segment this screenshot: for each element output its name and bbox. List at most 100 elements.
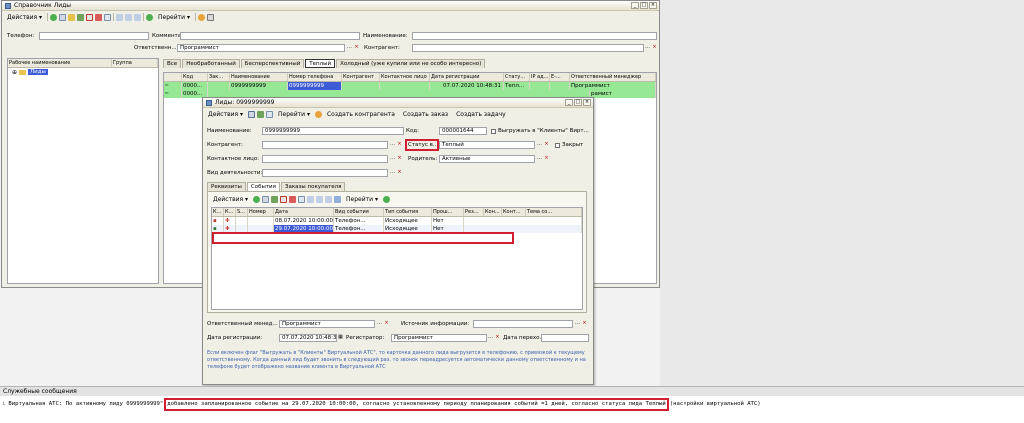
- status-clear-icon[interactable]: ×: [543, 141, 550, 149]
- folder-add-icon[interactable]: [68, 13, 76, 21]
- status-tab-all[interactable]: Все: [163, 59, 182, 68]
- export-checkbox[interactable]: [491, 129, 496, 134]
- code-input[interactable]: 000001644: [439, 127, 487, 135]
- responsible-select-button[interactable]: …: [376, 320, 383, 328]
- history-icon[interactable]: [266, 110, 274, 118]
- col-counterparty[interactable]: Контрагент: [342, 73, 380, 81]
- calendar-icon[interactable]: ▦: [337, 334, 344, 342]
- tree-header-group[interactable]: Группа: [112, 59, 158, 67]
- events-refresh-icon[interactable]: [382, 195, 390, 203]
- events-col-result[interactable]: Рез...: [464, 208, 484, 216]
- source-select-button[interactable]: …: [574, 320, 581, 328]
- col-ip[interactable]: IP ад...: [530, 73, 550, 81]
- minimize-button[interactable]: _: [631, 2, 639, 9]
- registrar-select-button[interactable]: …: [487, 334, 494, 342]
- filter-icon[interactable]: [116, 13, 124, 21]
- parent-clear-icon[interactable]: ×: [543, 155, 550, 163]
- events-col-kind[interactable]: Вид события: [334, 208, 384, 216]
- tree-header-name[interactable]: Рабочее наименование: [8, 59, 112, 67]
- counterparty-clear-icon[interactable]: ×: [651, 44, 658, 52]
- source-clear-icon[interactable]: ×: [581, 320, 588, 328]
- name-filter-input[interactable]: [412, 32, 657, 40]
- counterparty-input[interactable]: [262, 141, 388, 149]
- registrar-clear-icon[interactable]: ×: [494, 334, 501, 342]
- col-order[interactable]: Зак...: [208, 73, 230, 81]
- events-col-passed[interactable]: Прош...: [432, 208, 464, 216]
- edit-icon[interactable]: [77, 13, 85, 21]
- responsible-clear-icon[interactable]: ×: [383, 320, 390, 328]
- unpost-event-icon[interactable]: [298, 195, 306, 203]
- events-col-number[interactable]: Номер: [248, 208, 274, 216]
- activity-select-button[interactable]: …: [389, 169, 396, 177]
- status-tab-hopeless[interactable]: Бесперспективный: [240, 59, 305, 68]
- copy-icon[interactable]: [59, 13, 67, 21]
- delete-event-icon[interactable]: [280, 195, 288, 203]
- events-actions-menu-button[interactable]: Действия ▾: [210, 195, 251, 204]
- lead-minimize-button[interactable]: _: [565, 99, 573, 106]
- events-table-row[interactable]: ▪ ✚ 08.07.2020 10:00:00 Телефон... Исход…: [212, 217, 582, 225]
- actions-menu-button[interactable]: Действия ▾: [4, 13, 45, 22]
- reg-date-input[interactable]: 07.07.2020 10:48:3: [279, 334, 337, 342]
- events-filter-icon[interactable]: [307, 195, 315, 203]
- delete-icon[interactable]: [86, 13, 94, 21]
- create-counterparty-button[interactable]: Создать контрагента: [324, 110, 398, 119]
- counterparty-select-button[interactable]: …: [644, 44, 651, 52]
- col-contact[interactable]: Контактное лицо: [380, 73, 430, 81]
- filter-off-icon[interactable]: [134, 13, 142, 21]
- responsible-clear-icon[interactable]: ×: [353, 44, 360, 52]
- counterparty-clear-icon[interactable]: ×: [396, 141, 403, 149]
- contact-clear-icon[interactable]: ×: [396, 155, 403, 163]
- table-row[interactable]: ═ 0000... 0999999999 0999999999 07.07.20…: [164, 82, 656, 90]
- parent-input[interactable]: Активные: [439, 155, 535, 163]
- add-icon[interactable]: [50, 13, 58, 21]
- lead-close-button[interactable]: ×: [583, 99, 591, 106]
- create-task-button[interactable]: Создать задачу: [453, 110, 509, 119]
- events-filter-off-icon[interactable]: [325, 195, 333, 203]
- maximize-button[interactable]: □: [640, 2, 648, 9]
- help-icon[interactable]: [314, 110, 322, 118]
- events-col-s[interactable]: S...: [236, 208, 248, 216]
- responsible-select-button[interactable]: …: [346, 44, 353, 52]
- list-icon[interactable]: [104, 13, 112, 21]
- registrar-input[interactable]: Программист: [391, 334, 487, 342]
- status-tab-unprocessed[interactable]: Необработанный: [182, 59, 240, 68]
- counterparty-select-button[interactable]: …: [389, 141, 396, 149]
- col-name[interactable]: Наименование: [230, 73, 288, 81]
- status-select-button[interactable]: …: [536, 141, 543, 149]
- events-col-counterparty[interactable]: Кон...: [484, 208, 502, 216]
- lead-actions-menu-button[interactable]: Действия ▾: [205, 110, 246, 119]
- responsible-filter-input[interactable]: Программист: [177, 44, 345, 52]
- events-col-k1[interactable]: К...: [212, 208, 224, 216]
- col-code[interactable]: Код: [182, 73, 208, 81]
- edit-event-icon[interactable]: [271, 195, 279, 203]
- phone-filter-input[interactable]: [39, 32, 149, 40]
- activity-clear-icon[interactable]: ×: [396, 169, 403, 177]
- parent-select-button[interactable]: …: [536, 155, 543, 163]
- col-phone[interactable]: Номер телефона: [288, 73, 342, 81]
- save-close-icon[interactable]: [257, 110, 265, 118]
- lead-maximize-button[interactable]: □: [574, 99, 582, 106]
- events-col-subject[interactable]: Тема со...: [526, 208, 582, 216]
- col-manager[interactable]: Ответственный менеджер: [570, 73, 656, 81]
- col-status[interactable]: Стату...: [504, 73, 530, 81]
- transfer-date-input[interactable]: [541, 334, 589, 342]
- counterparty-filter-input[interactable]: [412, 44, 644, 52]
- closed-checkbox[interactable]: [555, 143, 560, 148]
- tree-root-item[interactable]: ⊕ Лиды: [8, 68, 158, 76]
- lead-goto-menu-button[interactable]: Перейти ▾: [275, 110, 313, 119]
- refresh-icon[interactable]: [146, 13, 154, 21]
- save-icon[interactable]: [248, 110, 256, 118]
- create-order-button[interactable]: Создать заказ: [400, 110, 451, 119]
- col-reg-date[interactable]: Дата регистрации: [430, 73, 504, 81]
- print-icon[interactable]: [206, 13, 214, 21]
- tab-events[interactable]: События: [246, 182, 280, 191]
- comment-filter-input[interactable]: [180, 32, 360, 40]
- status-input[interactable]: Теплый: [439, 141, 535, 149]
- events-goto-menu-button[interactable]: Перейти ▾: [343, 195, 381, 204]
- mark-icon[interactable]: [95, 13, 103, 21]
- activity-input[interactable]: [262, 169, 388, 177]
- goto-menu-button[interactable]: Перейти ▾: [155, 13, 193, 22]
- events-col-k2[interactable]: К...: [224, 208, 236, 216]
- source-input[interactable]: [473, 320, 573, 328]
- events-col-type[interactable]: Тип события: [384, 208, 432, 216]
